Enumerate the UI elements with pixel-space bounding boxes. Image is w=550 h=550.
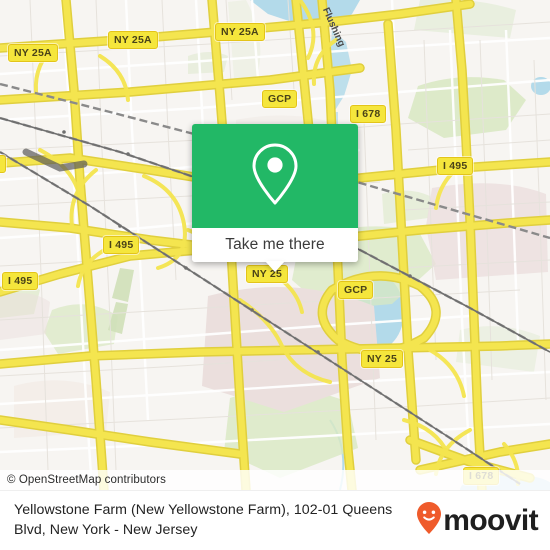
- shield-i-495-mid-left[interactable]: I 495: [103, 236, 140, 254]
- moovit-smiley-pin-icon: [416, 501, 442, 540]
- shield-i-495-right[interactable]: I 495: [437, 157, 474, 175]
- map-attribution[interactable]: © OpenStreetMap contributors: [0, 470, 550, 490]
- shield-i-495-edge-left[interactable]: I 495: [0, 155, 7, 173]
- location-popup-card[interactable]: Take me there: [192, 124, 358, 272]
- card-header: [192, 124, 358, 228]
- screenshot-root: Flushing NY 25A NY 25A NY 25A GCP I 678 …: [0, 0, 550, 550]
- shield-ny-25a-left[interactable]: NY 25A: [8, 44, 58, 62]
- shield-gcp-top[interactable]: GCP: [262, 90, 298, 108]
- take-me-there-label: Take me there: [225, 236, 325, 253]
- shield-ny-25-lower[interactable]: NY 25: [361, 350, 403, 368]
- shield-gcp-mid[interactable]: GCP: [338, 281, 374, 299]
- shield-i-495-far-left[interactable]: I 495: [2, 272, 39, 290]
- footer-bar: Yellowstone Farm (New Yellowstone Farm),…: [0, 490, 550, 550]
- shield-i-678-top[interactable]: I 678: [350, 105, 387, 123]
- place-title: Yellowstone Farm (New Yellowstone Farm),…: [14, 501, 393, 538]
- shield-ny-25a-right[interactable]: NY 25A: [215, 23, 265, 41]
- moovit-logo[interactable]: moovit: [416, 501, 539, 540]
- card-pointer-tail: [265, 261, 285, 272]
- take-me-there-button[interactable]: Take me there: [192, 228, 358, 272]
- map-pin-icon: [249, 141, 301, 212]
- shield-ny-25a-center[interactable]: NY 25A: [108, 31, 158, 49]
- moovit-wordmark: moovit: [443, 503, 538, 537]
